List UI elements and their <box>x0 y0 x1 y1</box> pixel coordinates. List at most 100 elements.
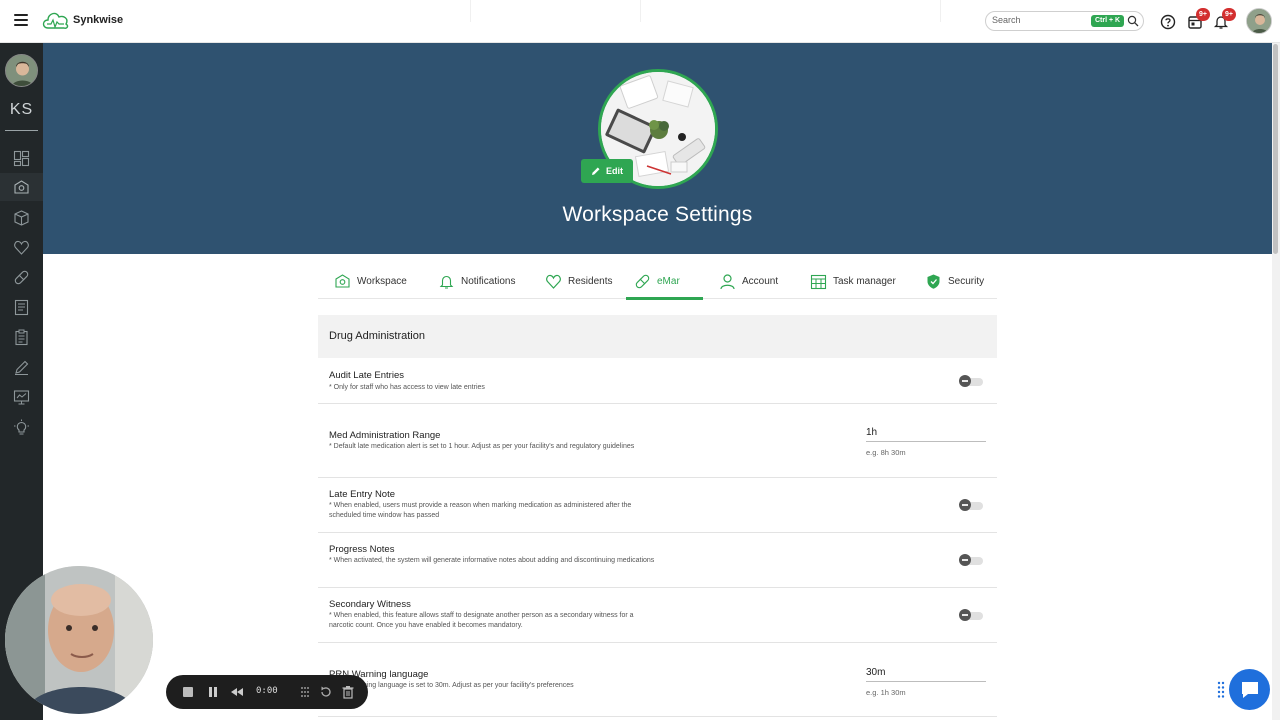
setting-title: Med Administration Range <box>329 430 441 441</box>
tab-emar[interactable]: eMar <box>626 264 703 300</box>
monitor-icon <box>13 389 30 404</box>
shield-icon <box>927 274 940 289</box>
restart-icon[interactable] <box>319 685 333 699</box>
toolbar-divider <box>640 0 641 22</box>
sidebar-item-emar[interactable] <box>0 263 43 291</box>
recording-controls: 0:00 <box>166 675 368 709</box>
audit-late-entries-toggle[interactable] <box>959 374 985 388</box>
sidebar-avatar[interactable] <box>5 54 38 87</box>
setting-description: * When enabled, this feature allows staf… <box>329 612 634 629</box>
setting-row-prn-warning-language: PRN Warning language * PRN Warning langu… <box>318 643 997 717</box>
toolbar-divider <box>470 0 471 22</box>
search-box[interactable]: Ctrl + K <box>985 11 1144 31</box>
search-shortcut-badge: Ctrl + K <box>1091 15 1125 27</box>
setting-title: Audit Late Entries <box>329 370 404 381</box>
med-range-input[interactable]: 1h <box>866 424 986 442</box>
progress-notes-toggle[interactable] <box>959 553 985 567</box>
cloud-logo-icon <box>42 12 69 29</box>
edit-image-button[interactable]: Edit <box>581 159 633 183</box>
scrollbar-thumb[interactable] <box>1273 44 1278 254</box>
section-title: Drug Administration <box>329 330 425 342</box>
sidebar-item-dashboard[interactable] <box>0 144 43 172</box>
pen-icon <box>15 360 29 375</box>
tab-account[interactable]: Account <box>711 264 786 299</box>
webcam-video <box>5 566 153 714</box>
webcam-overlay[interactable] <box>5 566 153 714</box>
setting-row-audit-late-entries: Audit Late Entries * Only for staff who … <box>318 358 997 404</box>
dashboard-icon <box>13 150 30 166</box>
stop-icon[interactable] <box>181 685 195 699</box>
prn-warning-field[interactable]: 30m e.g. 1h 30m <box>866 664 986 697</box>
sidebar-item-notes[interactable] <box>0 353 43 381</box>
tab-label: Task manager <box>833 276 896 287</box>
tab-task-manager[interactable]: Task manager <box>802 264 904 299</box>
setting-title: Secondary Witness <box>329 599 411 610</box>
pencil-icon <box>592 167 600 175</box>
search-input[interactable] <box>992 15 1087 25</box>
med-range-hint: e.g. 8h 30m <box>866 448 906 457</box>
tab-label: Notifications <box>461 276 516 287</box>
pause-icon[interactable] <box>206 685 220 699</box>
tab-notifications[interactable]: Notifications <box>430 264 523 299</box>
secondary-witness-toggle[interactable] <box>959 608 985 622</box>
sidebar-item-workspace[interactable] <box>0 173 43 201</box>
setting-description: * PRN Warning language is set to 30m. Ad… <box>329 682 574 689</box>
page-title: Workspace Settings <box>562 203 753 226</box>
heart-icon <box>546 274 561 289</box>
app-logo[interactable]: Synkwise <box>40 8 123 32</box>
delete-icon[interactable] <box>341 685 355 699</box>
tab-residents[interactable]: Residents <box>537 264 620 299</box>
setting-row-progress-notes: Progress Notes * When activated, the sys… <box>318 533 997 588</box>
setting-description: * Only for staff who has access to view … <box>329 384 485 391</box>
sidebar-item-inventory[interactable] <box>0 203 43 231</box>
workspace-icon <box>14 179 29 194</box>
setting-row-secondary-witness: Secondary Witness * When enabled, this f… <box>318 588 997 643</box>
sidebar-divider <box>5 130 38 131</box>
lightbulb-icon <box>14 419 29 434</box>
setting-description: * When activated, the system will genera… <box>329 557 655 564</box>
setting-title: Progress Notes <box>329 544 395 555</box>
drag-handle-icon[interactable] <box>298 685 312 699</box>
sidebar-item-monitor[interactable] <box>0 383 43 411</box>
user-avatar[interactable] <box>1246 8 1272 34</box>
bell-icon <box>439 275 454 289</box>
prn-warning-input[interactable]: 30m <box>866 664 986 682</box>
chat-drag-handle-icon[interactable] <box>1217 681 1225 699</box>
workspace-icon <box>335 274 350 288</box>
person-icon <box>720 274 735 290</box>
calendar-grid-icon <box>810 274 827 290</box>
brand-name: Synkwise <box>73 14 124 26</box>
calendar-badge: 9+ <box>1196 8 1210 21</box>
tab-label: Workspace <box>357 276 407 287</box>
report-icon <box>14 299 29 315</box>
toolbar-divider <box>940 0 941 22</box>
sidebar-item-reports[interactable] <box>0 293 43 321</box>
sidebar-avatar-image <box>6 55 37 86</box>
pill-icon <box>14 270 29 284</box>
sidebar-item-ideas[interactable] <box>0 413 43 441</box>
sidebar-item-residents[interactable] <box>0 233 43 261</box>
chat-button[interactable] <box>1229 669 1270 710</box>
tab-security[interactable]: Security <box>917 264 992 299</box>
med-range-field[interactable]: 1h e.g. 8h 30m <box>866 424 986 457</box>
rewind-icon[interactable] <box>230 685 244 699</box>
setting-title: Late Entry Note <box>329 489 396 500</box>
setting-description: * Default late medication alert is set t… <box>329 443 635 450</box>
edit-button-label: Edit <box>606 166 623 176</box>
page-scrollbar[interactable] <box>1272 43 1280 720</box>
search-icon[interactable] <box>1127 15 1139 27</box>
hamburger-menu-icon[interactable] <box>14 14 28 26</box>
prn-warning-hint: e.g. 1h 30m <box>866 688 906 697</box>
tab-workspace[interactable]: Workspace <box>326 264 415 299</box>
tab-label: Account <box>742 276 779 287</box>
tab-label: Security <box>948 276 985 287</box>
help-icon[interactable] <box>1160 14 1176 30</box>
setting-row-late-entry-note: Late Entry Note * When enabled, users mu… <box>318 478 997 533</box>
setting-row-med-administration-range: Med Administration Range * Default late … <box>318 404 997 478</box>
late-entry-note-toggle[interactable] <box>959 498 985 512</box>
tab-label: Residents <box>568 276 613 287</box>
chat-bubble-icon <box>1241 681 1258 698</box>
section-header: Drug Administration <box>318 315 997 358</box>
pill-icon <box>635 274 650 289</box>
sidebar-item-tasks[interactable] <box>0 323 43 351</box>
